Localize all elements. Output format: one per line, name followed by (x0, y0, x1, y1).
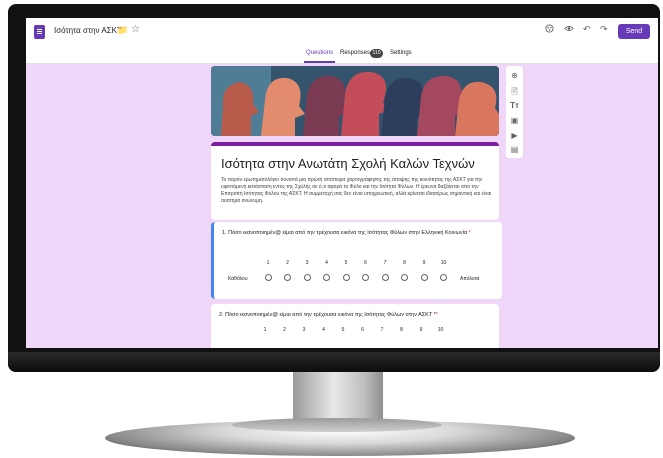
monitor-stand-neck (293, 372, 383, 424)
add-title-icon[interactable]: Tт (506, 101, 523, 110)
forms-icon[interactable] (34, 25, 45, 39)
top-bar: Ισότητα στην ΑΣΚΤ 📁 ☆ ↶ ↷ Send (26, 18, 658, 46)
tab-responses[interactable]: Responses (340, 50, 370, 56)
scale-number-3: 3 (305, 260, 309, 266)
document-title[interactable]: Ισότητα στην ΑΣΚΤ (54, 26, 122, 35)
form-title-card[interactable]: Ισότητα στην Ανωτάτη Σχολή Καλών Τεχνών … (211, 142, 499, 220)
scale-radio-1[interactable] (264, 274, 272, 281)
folder-icon[interactable]: 📁 (117, 25, 128, 36)
import-questions-icon[interactable]: 🗎 (506, 86, 523, 100)
question-text: 1. Πόσο ικανοποιημέν@ είμαι από την τρέχ… (222, 230, 471, 236)
required-mark: * (468, 230, 471, 236)
star-icon[interactable]: ☆ (131, 24, 140, 35)
question-card-1[interactable]: 1. Πόσο ικανοποιημέν@ είμαι από την τρέχ… (211, 222, 502, 299)
redo-icon[interactable]: ↷ (600, 24, 608, 35)
form-description[interactable]: Το παρόν ερωτηματολόγιο συνιστά μια πρώτ… (221, 177, 493, 205)
monitor-chin (8, 352, 660, 372)
tab-settings[interactable]: Settings (390, 50, 412, 56)
scale-number-9: 9 (419, 327, 423, 333)
palette-icon[interactable] (545, 24, 554, 35)
header-banner-image (211, 66, 499, 136)
scale-number-1: 1 (263, 327, 267, 333)
scale-radio-10[interactable] (440, 274, 447, 281)
scale-number-1: 1 (266, 260, 270, 266)
scale-number-3: 3 (302, 327, 306, 333)
scale-number-10: 10 (440, 260, 447, 266)
responses-count-badge: 110 (370, 49, 383, 58)
form-title[interactable]: Ισότητα στην Ανωτάτη Σχολή Καλών Τεχνών (221, 156, 475, 171)
scale-radio-7[interactable] (381, 274, 389, 281)
undo-icon[interactable]: ↶ (583, 24, 591, 35)
scale-radio-2[interactable] (284, 274, 291, 281)
tab-questions[interactable]: Questions (306, 50, 333, 56)
scale-number-5: 5 (341, 327, 345, 333)
question-card-2[interactable]: 2. Πόσο ικανοποιημέν@ είμαι από την τρέχ… (211, 304, 499, 348)
scale-max-label: Απόλυτα (460, 276, 480, 282)
screen: Ισότητα στην ΑΣΚΤ 📁 ☆ ↶ ↷ Send Questions… (26, 18, 658, 348)
scale-number-5: 5 (344, 260, 348, 266)
monitor-stand-joint (232, 418, 442, 432)
scale-number-6: 6 (361, 327, 364, 333)
scale-radio-4[interactable] (323, 274, 330, 281)
scale-number-7: 7 (380, 327, 384, 333)
scale-radio-3[interactable] (303, 274, 311, 281)
scale-number-2: 2 (283, 327, 286, 333)
add-image-icon[interactable]: ▣ (506, 116, 523, 125)
scale-radio-5[interactable] (342, 274, 350, 281)
send-button[interactable]: Send (618, 24, 650, 39)
eye-icon[interactable] (564, 24, 574, 35)
add-question-icon[interactable]: ⊕ (506, 71, 523, 80)
active-tab-indicator (304, 61, 335, 63)
scale-radio-6[interactable] (362, 274, 369, 281)
scale-min-label: Καθόλου (228, 276, 248, 282)
scale-number-10: 10 (437, 327, 444, 333)
scale-number-2: 2 (286, 260, 289, 266)
scale-number-8: 8 (400, 327, 403, 333)
scale-number-4: 4 (325, 260, 328, 266)
side-toolbar: ⊕ 🗎 Tт ▣ ▶ ▤ (506, 66, 523, 158)
scale-number-4: 4 (322, 327, 325, 333)
required-mark: * (435, 312, 438, 318)
question-text: 2. Πόσο ικανοποιημέν@ είμαι από την τρέχ… (219, 312, 438, 318)
scale-number-9: 9 (422, 260, 426, 266)
scale-radio-8[interactable] (401, 274, 408, 281)
scale-number-6: 6 (364, 260, 367, 266)
tab-bar: Questions Responses 110 Settings (26, 46, 658, 64)
add-section-icon[interactable]: ▤ (506, 145, 523, 154)
add-video-icon[interactable]: ▶ (506, 131, 523, 140)
scale-radio-9[interactable] (420, 274, 428, 281)
scale-number-8: 8 (403, 260, 406, 266)
scale-number-7: 7 (383, 260, 387, 266)
